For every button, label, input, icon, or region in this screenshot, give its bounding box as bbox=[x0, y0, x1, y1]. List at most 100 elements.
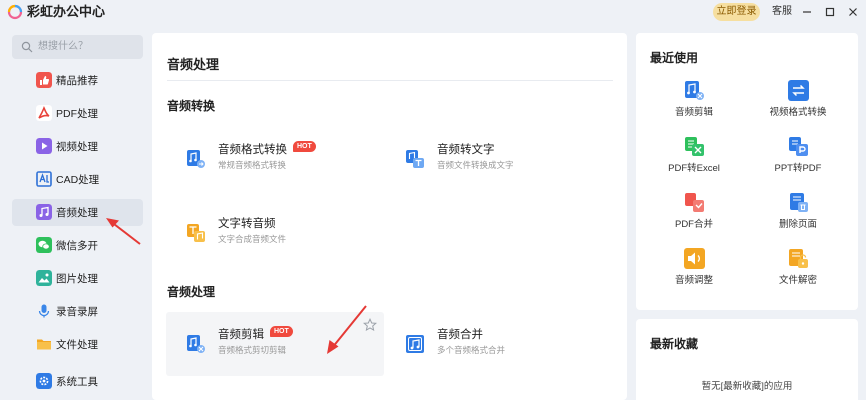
login-button[interactable]: 立即登录 bbox=[713, 3, 760, 21]
sidebar-item-cad[interactable]: CAD处理 bbox=[12, 166, 143, 193]
sidebar-item-label: CAD处理 bbox=[56, 174, 100, 186]
sidebar-item-label: 录音录屏 bbox=[56, 306, 98, 318]
sidebar-item-wechat[interactable]: 微信多开 bbox=[12, 232, 143, 259]
recent-item-pdf-to-excel[interactable]: PDF转Excel bbox=[642, 136, 746, 186]
favorites-title: 最新收藏 bbox=[650, 337, 699, 351]
cad-icon bbox=[36, 171, 52, 187]
pdf-to-excel-icon bbox=[685, 137, 704, 156]
sidebar-item-system[interactable]: 系统工具 bbox=[12, 367, 143, 394]
recent-item-delete-page[interactable]: 删除页面 bbox=[746, 192, 850, 242]
recent-item-label: PDF转Excel bbox=[668, 163, 720, 174]
customer-service-link[interactable]: 客服 bbox=[772, 5, 792, 19]
tool-audio-cut[interactable]: 音频剪辑 HOT 音频格式剪切剪辑 bbox=[166, 312, 384, 376]
folder-icon bbox=[37, 339, 51, 350]
tool-name: 音频格式转换 bbox=[218, 144, 287, 156]
recent-item-label: 视频格式转换 bbox=[769, 107, 827, 118]
favorites-empty-text: 暂无[最新收藏]的应用 bbox=[701, 381, 793, 392]
sidebar-item-label: 图片处理 bbox=[56, 273, 98, 285]
sidebar-item-label: 微信多开 bbox=[56, 240, 98, 252]
tool-name: 音频合并 bbox=[437, 329, 483, 341]
audio-adjust-icon bbox=[684, 248, 705, 269]
pdf-icon bbox=[36, 105, 52, 121]
wechat-icon bbox=[36, 237, 52, 253]
hot-badge: HOT bbox=[293, 141, 316, 152]
tool-description: 音频格式剪切剪辑 bbox=[218, 345, 287, 355]
sidebar-item-image[interactable]: 图片处理 bbox=[12, 265, 143, 292]
sidebar-item-recommended[interactable]: 精品推荐 bbox=[12, 67, 143, 94]
recent-item-label: 文件解密 bbox=[778, 275, 817, 286]
section-title: 音频转换 bbox=[167, 99, 216, 113]
main-panel: 音频处理 音频转换 音频格式转换 HOT 常规音频格式转换 音频转文字 音频文件… bbox=[152, 33, 627, 400]
ppt-to-pdf-icon bbox=[789, 137, 808, 156]
text-to-audio-icon bbox=[187, 224, 205, 242]
search-icon bbox=[21, 41, 33, 53]
title-divider bbox=[167, 80, 613, 81]
recent-item-video-convert[interactable]: 视频格式转换 bbox=[746, 80, 850, 130]
recent-item-label: 音频调整 bbox=[674, 275, 713, 286]
favorites-panel: 最新收藏 暂无[最新收藏]的应用 bbox=[636, 319, 858, 400]
sidebar-item-label: 视频处理 bbox=[56, 141, 98, 153]
sidebar-item-label: 音频处理 bbox=[56, 207, 98, 219]
search-input[interactable]: 想搜什么？ bbox=[12, 35, 143, 59]
tool-text-to-audio[interactable]: 文字转音频 文字合成音频文件 bbox=[166, 201, 384, 265]
recent-item-label: PPT转PDF bbox=[774, 163, 822, 174]
section-title: 音频处理 bbox=[167, 285, 216, 299]
image-icon bbox=[36, 270, 52, 286]
recent-item-audio-cut[interactable]: 音频剪辑 bbox=[642, 80, 746, 130]
tool-description: 多个音频格式合并 bbox=[437, 345, 506, 355]
recent-item-label: 音频剪辑 bbox=[674, 107, 713, 118]
sidebar-item-video[interactable]: 视频处理 bbox=[12, 133, 143, 160]
favorite-star-icon[interactable] bbox=[363, 318, 377, 332]
tool-audio-merge[interactable]: 音频合并 多个音频格式合并 bbox=[385, 312, 603, 376]
tool-audio-format-convert[interactable]: 音频格式转换 HOT 常规音频格式转换 bbox=[166, 127, 384, 191]
music-note-icon bbox=[36, 204, 52, 220]
sidebar: 想搜什么？ 精品推荐 PDF处理 视频处理 CAD处理 音频处理 微信多开 图片… bbox=[0, 24, 152, 400]
page-title: 音频处理 bbox=[167, 57, 220, 72]
recent-title: 最近使用 bbox=[650, 51, 699, 65]
sidebar-item-recording[interactable]: 录音录屏 bbox=[12, 298, 143, 325]
sidebar-item-label: PDF处理 bbox=[56, 108, 98, 120]
maximize-button[interactable] bbox=[822, 4, 838, 20]
audio-merge-icon bbox=[406, 335, 424, 353]
sidebar-item-label: 文件处理 bbox=[56, 339, 98, 351]
sidebar-item-files[interactable]: 文件处理 bbox=[12, 331, 143, 358]
recent-item-label: 删除页面 bbox=[778, 219, 817, 230]
search-placeholder: 想搜什么？ bbox=[38, 41, 88, 52]
file-decrypt-icon bbox=[789, 249, 808, 268]
minimize-button[interactable] bbox=[799, 4, 815, 20]
recent-item-pdf-merge[interactable]: PDF合并 bbox=[642, 192, 746, 242]
sidebar-item-pdf[interactable]: PDF处理 bbox=[12, 100, 143, 127]
audio-to-text-icon bbox=[406, 150, 424, 168]
tool-name: 音频转文字 bbox=[437, 144, 495, 156]
microphone-icon bbox=[38, 304, 50, 318]
close-button[interactable] bbox=[845, 4, 861, 20]
gear-icon bbox=[36, 373, 52, 389]
pdf-merge-icon bbox=[685, 193, 704, 212]
video-icon bbox=[36, 138, 52, 154]
recent-item-ppt-to-pdf[interactable]: PPT转PDF bbox=[746, 136, 850, 186]
sidebar-item-audio[interactable]: 音频处理 bbox=[12, 199, 143, 226]
app-title: 彩虹办公中心 bbox=[27, 4, 106, 19]
minimize-icon bbox=[803, 11, 811, 13]
audio-cut-icon bbox=[187, 335, 205, 353]
video-convert-icon bbox=[788, 80, 809, 101]
recent-item-audio-adjust[interactable]: 音频调整 bbox=[642, 248, 746, 298]
tool-name: 音频剪辑 bbox=[218, 329, 264, 341]
tool-description: 文字合成音频文件 bbox=[218, 234, 287, 244]
tool-audio-to-text[interactable]: 音频转文字 音频文件转换成文字 bbox=[385, 127, 603, 191]
recent-item-label: PDF合并 bbox=[674, 219, 713, 230]
thumbs-up-icon bbox=[36, 72, 52, 88]
audio-convert-icon bbox=[187, 150, 205, 168]
title-bar: 彩虹办公中心 立即登录 客服 bbox=[0, 0, 866, 24]
audio-cut-icon bbox=[685, 81, 704, 100]
sidebar-item-label: 系统工具 bbox=[56, 376, 98, 388]
tool-name: 文字转音频 bbox=[218, 218, 276, 230]
recent-item-file-decrypt[interactable]: 文件解密 bbox=[746, 248, 850, 298]
delete-page-icon bbox=[790, 193, 808, 212]
close-icon bbox=[849, 8, 857, 16]
recent-panel: 最近使用 音频剪辑 视频格式转换 PDF转Excel PPT转PDF PDF合并… bbox=[636, 33, 858, 310]
sidebar-item-label: 精品推荐 bbox=[56, 75, 98, 87]
tool-description: 常规音频格式转换 bbox=[218, 160, 287, 170]
maximize-icon bbox=[825, 7, 835, 17]
app-logo-icon bbox=[7, 4, 23, 20]
